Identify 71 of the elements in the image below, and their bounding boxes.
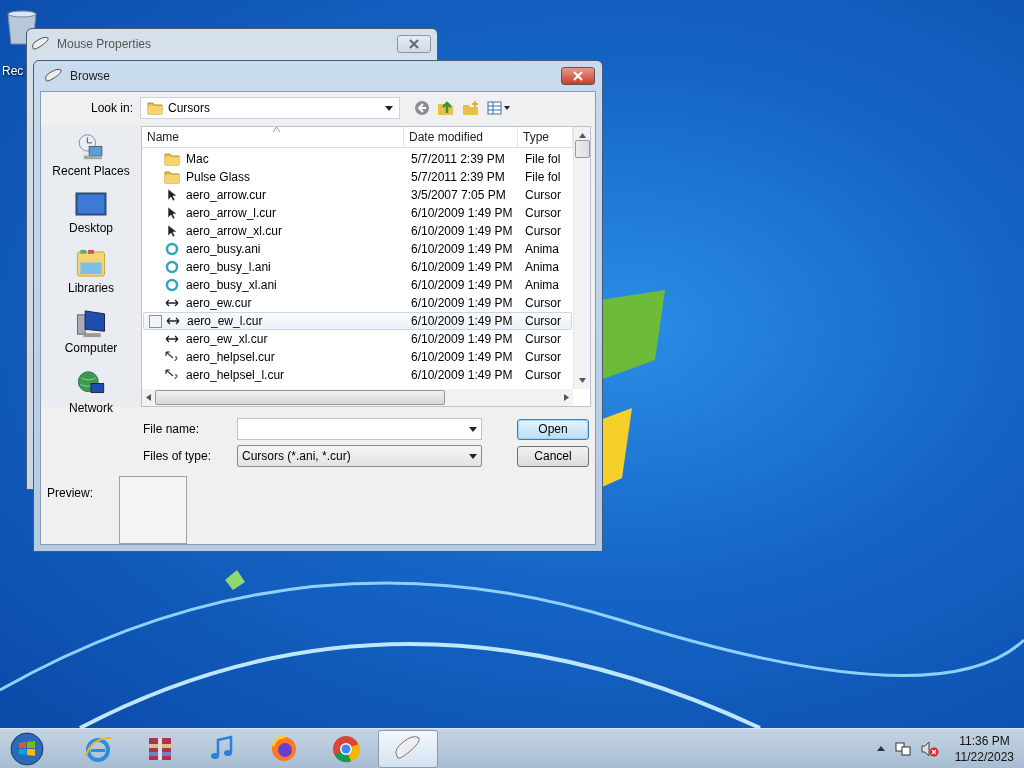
file-row[interactable]: Pulse Glass 5/7/2011 2:39 PM File fol <box>143 168 572 186</box>
date-cell-text: 6/10/2009 1:49 PM <box>410 260 514 274</box>
file-row[interactable]: aero_ew.cur 6/10/2009 1:49 PM Cursor <box>143 294 572 312</box>
clock[interactable]: 11:36 PM 11/22/2023 <box>954 732 1014 765</box>
places-item[interactable]: Libraries <box>68 247 114 297</box>
file-name: aero_ew.cur <box>185 296 252 310</box>
file-name: aero_arrow.cur <box>185 188 267 202</box>
window-title: Mouse Properties <box>57 37 152 51</box>
file-row[interactable]: aero_ew_xl.cur 6/10/2009 1:49 PM Cursor <box>143 330 572 348</box>
type-cell-text: Cursor <box>524 314 562 328</box>
dialog-button[interactable]: Open <box>517 418 589 440</box>
desktop-icon-label[interactable]: Rec <box>2 64 24 78</box>
file-row[interactable]: aero_ew_l.cur 6/10/2009 1:49 PM Cursor <box>143 312 572 330</box>
type-cell-text: File fol <box>524 170 562 184</box>
type-cell-text: Anima <box>524 242 560 256</box>
file-row[interactable]: aero_helpsel.cur 6/10/2009 1:49 PM Cursor <box>143 348 572 366</box>
date-cell-text: 6/10/2009 1:49 PM <box>410 332 514 346</box>
file-name: aero_busy_xl.ani <box>185 278 277 292</box>
file-name: Mac <box>185 152 209 166</box>
file-row[interactable]: aero_helpsel_l.cur 6/10/2009 1:49 PM Cursor <box>143 366 572 384</box>
date-cell-text: 6/10/2009 1:49 PM <box>410 224 514 238</box>
date-cell-text: 6/10/2009 1:49 PM <box>410 242 514 256</box>
type-cell-text: Cursor <box>524 188 562 202</box>
file-row[interactable]: aero_busy_l.ani 6/10/2009 1:49 PM Anima <box>143 258 572 276</box>
type-cell-text: Cursor <box>524 206 562 220</box>
places-item[interactable]: Network <box>69 367 113 417</box>
date-cell-text: 6/10/2009 1:49 PM <box>410 350 514 364</box>
file-type-label: Files of type: <box>143 449 213 463</box>
date-cell-text: 6/10/2009 1:49 PM <box>410 368 514 382</box>
file-name: Pulse Glass <box>185 170 251 184</box>
type-cell-text: Cursor <box>524 350 562 364</box>
date-cell-text: 6/10/2009 1:49 PM <box>410 296 514 310</box>
column-header[interactable]: Date modified <box>404 127 518 147</box>
file-name: aero_helpsel.cur <box>185 350 275 364</box>
file-row[interactable]: aero_busy.ani 6/10/2009 1:49 PM Anima <box>143 240 572 258</box>
date-cell-text: 6/10/2009 1:49 PM <box>410 314 514 328</box>
date-cell-text: 5/7/2011 2:39 PM <box>410 152 506 166</box>
type-cell-text: Anima <box>524 260 560 274</box>
file-name: aero_busy.ani <box>185 242 261 256</box>
file-name: aero_arrow_xl.cur <box>185 224 283 238</box>
look-in-dropdown[interactable]: Cursors <box>140 97 400 119</box>
file-row[interactable]: aero_busy_xl.ani 6/10/2009 1:49 PM Anima <box>143 276 572 294</box>
type-cell-text: File fol <box>524 152 562 166</box>
window-title: Browse <box>70 69 110 83</box>
file-name: aero_busy_l.ani <box>185 260 271 274</box>
file-name: aero_helpsel_l.cur <box>185 368 285 382</box>
date-cell-text: 6/10/2009 1:49 PM <box>410 278 514 292</box>
look-in-label: Look in: <box>89 101 134 115</box>
type-cell-text: Anima <box>524 278 560 292</box>
type-cell-text: Cursor <box>524 332 562 346</box>
places-item[interactable]: Computer <box>64 307 118 357</box>
file-name: aero_ew_xl.cur <box>185 332 268 346</box>
file-type-dropdown[interactable]: Cursors (*.ani, *.cur) <box>237 445 482 467</box>
file-row[interactable]: aero_arrow_xl.cur 6/10/2009 1:49 PM Cursor <box>143 222 572 240</box>
dialog-button[interactable]: Cancel <box>517 445 589 467</box>
file-row[interactable]: aero_arrow.cur 3/5/2007 7:05 PM Cursor <box>143 186 572 204</box>
column-header[interactable]: Name <box>142 127 404 147</box>
type-cell-text: Cursor <box>524 224 562 238</box>
date-cell-text: 3/5/2007 7:05 PM <box>410 188 507 202</box>
file-row[interactable]: aero_arrow_l.cur 6/10/2009 1:49 PM Cursor <box>143 204 572 222</box>
file-name-label: File name: <box>143 422 201 436</box>
file-name: aero_ew_l.cur <box>186 314 263 328</box>
date-cell-text: 5/7/2011 2:39 PM <box>410 170 506 184</box>
type-cell-text: Cursor <box>524 368 562 382</box>
preview-label: Preview: <box>47 486 93 500</box>
date-cell-text: 6/10/2009 1:49 PM <box>410 206 514 220</box>
file-name: aero_arrow_l.cur <box>185 206 277 220</box>
type-cell-text: Cursor <box>524 296 562 310</box>
places-item[interactable]: Desktop <box>69 190 113 237</box>
places-item[interactable]: Recent Places <box>52 130 130 180</box>
file-row[interactable]: Mac 5/7/2011 2:39 PM File fol <box>143 150 572 168</box>
